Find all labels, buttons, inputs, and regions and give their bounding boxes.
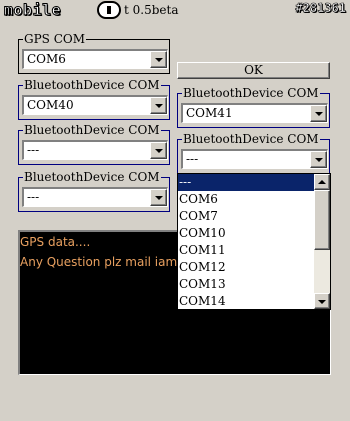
bluetooth-com-label: BluetoothDevice COM [23,78,161,92]
dropdown-arrow-icon[interactable] [310,105,327,122]
dropdown-option[interactable]: COM13 [178,276,315,293]
dropdown-option[interactable]: COM11 [178,242,315,259]
app-logo: mobile [3,1,62,20]
dropdown-arrow-icon[interactable] [150,189,167,206]
bluetooth-com-value: --- [186,152,199,166]
dropdown-option[interactable]: COM7 [178,208,315,225]
logo-badge-icon [97,1,121,19]
bluetooth-com-select-4[interactable]: --- [181,149,328,169]
bluetooth-com-label: BluetoothDevice COM [182,86,320,100]
bluetooth-com-value: --- [27,143,40,157]
dropdown-option[interactable]: COM12 [178,259,315,276]
dropdown-arrow-icon[interactable] [150,51,167,68]
bluetooth-com-group-2: BluetoothDevice COM COM41 [177,86,330,128]
gps-com-label: GPS COM [23,32,87,46]
gps-com-value: COM6 [27,52,66,66]
dropdown-option[interactable]: COM14 [178,293,315,309]
bluetooth-com-select-5[interactable]: --- [22,187,168,207]
output-line: GPS data.... [20,235,91,249]
bluetooth-com-group-4: BluetoothDevice COM --- [177,132,330,174]
dropdown-option[interactable]: COM6 [178,191,315,208]
dropdown-arrow-icon[interactable] [150,97,167,114]
dropdown-arrow-icon[interactable] [310,151,327,168]
title-bar: mobile t 0.5beta #281361 [0,0,350,20]
bluetooth-com-select-1[interactable]: COM40 [22,95,168,115]
scrollbar-thumb[interactable] [314,190,330,250]
bluetooth-com-select-2[interactable]: COM41 [181,103,328,123]
dropdown-option[interactable]: --- [178,174,315,191]
output-line: Any Question plz mail iam [20,255,178,269]
dropdown-arrow-icon[interactable] [150,142,167,159]
scroll-down-arrow-icon[interactable] [314,293,330,309]
bluetooth-com-label: BluetoothDevice COM [182,132,320,146]
dropdown-scrollbar[interactable] [314,174,330,309]
bluetooth-com-value: COM40 [27,98,74,112]
com-dropdown-list[interactable]: --- COM6 COM7 COM10 COM11 COM12 COM13 CO… [177,173,331,310]
bluetooth-com-value: COM41 [186,106,233,120]
bluetooth-com-label: BluetoothDevice COM [23,170,161,184]
gps-com-group: GPS COM COM6 [18,32,170,74]
gps-com-select[interactable]: COM6 [22,49,168,69]
watermark: #281361 [295,1,346,16]
bluetooth-com-group-3: BluetoothDevice COM --- [18,123,170,165]
bluetooth-com-group-1: BluetoothDevice COM COM40 [18,78,170,120]
scroll-up-arrow-icon[interactable] [314,174,330,190]
bluetooth-com-select-3[interactable]: --- [22,140,168,160]
bluetooth-com-group-5: BluetoothDevice COM --- [18,170,170,212]
window-title: t 0.5beta [124,3,179,17]
bluetooth-com-value: --- [27,190,40,204]
ok-button[interactable]: OK [177,62,330,79]
bluetooth-com-label: BluetoothDevice COM [23,123,161,137]
dropdown-option[interactable]: COM10 [178,225,315,242]
